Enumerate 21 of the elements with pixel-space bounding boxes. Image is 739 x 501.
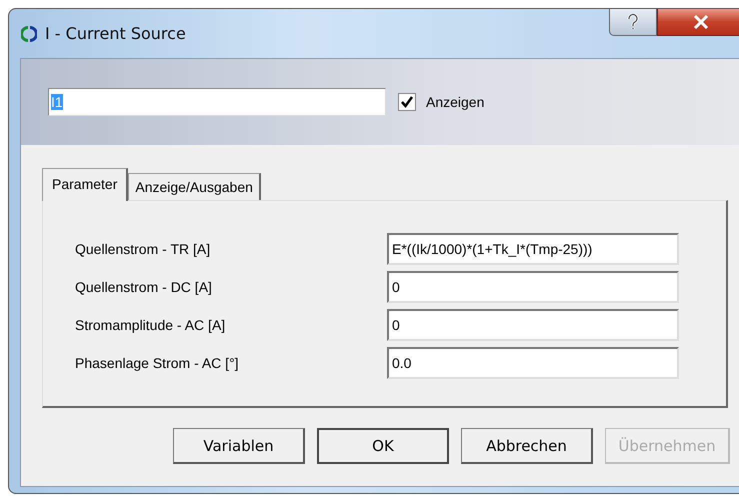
help-button[interactable] [609,9,657,36]
parameter-label: Quellenstrom - TR [A] [75,241,212,257]
close-icon [692,15,708,29]
close-button[interactable] [657,9,739,36]
checkbox-label: Anzeigen [426,94,484,110]
window-title: I - Current Source [45,24,186,43]
app-icon [21,24,37,44]
dialog-button[interactable]: Abbrechen [461,428,593,464]
help-icon [627,14,639,30]
parameter-label: Phasenlage Strom - AC [°] [75,355,240,371]
parameter-field[interactable]: 0 [387,271,679,303]
parameter-field[interactable]: E*((Ik/1000)*(1+Tk_I*(Tmp-25))) [387,233,679,265]
parameter-field[interactable]: 0.0 [387,347,679,379]
dialog-button[interactable]: Variablen [173,428,305,464]
tab[interactable]: Anzeige/Ausgaben [128,173,261,200]
show-checkbox[interactable] [398,93,416,111]
parameter-field[interactable]: 0 [387,309,679,341]
tab[interactable]: Parameter [42,168,128,201]
parameter-label: Quellenstrom - DC [A] [75,279,213,295]
parameter-label: Stromamplitude - AC [A] [75,317,226,333]
dialog-button[interactable]: OK [317,428,449,464]
